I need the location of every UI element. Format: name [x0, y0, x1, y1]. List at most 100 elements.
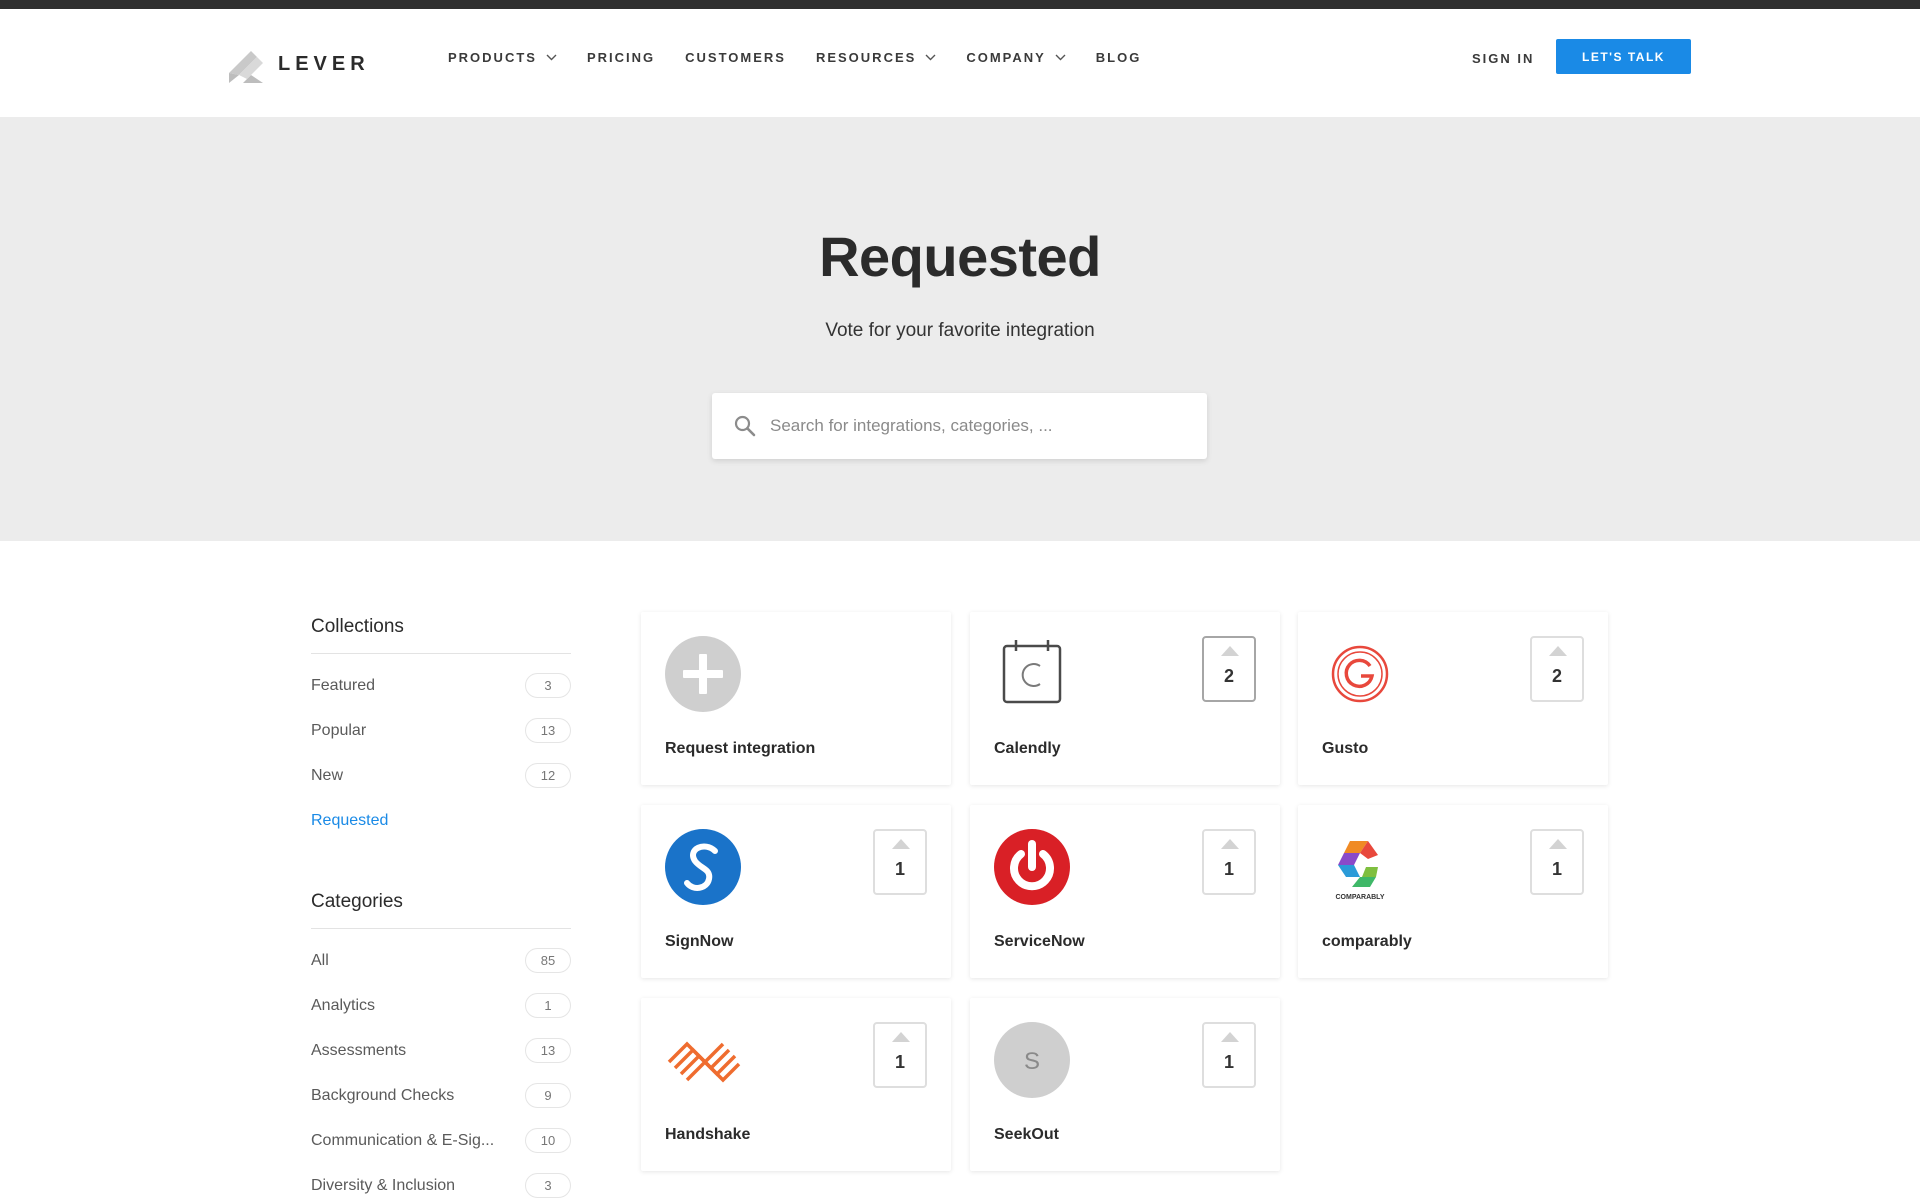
nav-products[interactable]: PRODUCTS: [448, 50, 557, 65]
search-input[interactable]: [770, 407, 1190, 445]
top-bar: [0, 0, 1920, 9]
nav-blog-label: BLOG: [1095, 50, 1142, 65]
card-name: SeekOut: [994, 1126, 1059, 1143]
vote-button[interactable]: 1: [1202, 1022, 1256, 1088]
vote-button[interactable]: 1: [873, 1022, 927, 1088]
vote-count: 1: [1223, 1052, 1234, 1072]
integration-card-seekout[interactable]: S 1 SeekOut: [970, 998, 1280, 1171]
nav-pricing-label: PRICING: [586, 50, 656, 65]
card-name: Gusto: [1322, 740, 1369, 757]
category-label: Assessments: [311, 1041, 407, 1059]
categories-heading: Categories: [311, 885, 571, 929]
vote-button[interactable]: 1: [1202, 829, 1256, 895]
integration-card-request[interactable]: Request integration: [641, 612, 951, 785]
seekout-logo: S: [994, 1022, 1070, 1098]
page-subtitle: Vote for your favorite integration: [825, 320, 1095, 341]
category-label: Background Checks: [311, 1086, 455, 1104]
servicenow-logo: [994, 829, 1070, 905]
card-name: SignNow: [665, 933, 734, 950]
count-badge: 10: [525, 1128, 571, 1153]
vote-button[interactable]: 1: [1530, 829, 1584, 895]
collection-label: Requested: [311, 811, 389, 829]
category-label: Analytics: [311, 996, 376, 1014]
plus-circle-icon: [665, 636, 741, 712]
vote-count: 1: [1551, 859, 1562, 879]
sidebar: Collections Featured 3 Popular 13 New 12…: [311, 610, 571, 1199]
category-item-diversity[interactable]: Diversity & Inclusion 3: [311, 1163, 571, 1199]
vote-count: 1: [1223, 859, 1234, 879]
vote-button[interactable]: 2: [1530, 636, 1584, 702]
upvote-arrow-icon: [1549, 839, 1567, 849]
signnow-logo: [665, 829, 741, 905]
card-name: ServiceNow: [994, 933, 1085, 950]
category-item-communication[interactable]: Communication & E-Sig... 10: [311, 1118, 571, 1163]
category-label: Communication & E-Sig...: [311, 1131, 495, 1149]
chevron-down-icon: [925, 54, 936, 61]
nav-resources[interactable]: RESOURCES: [816, 50, 936, 65]
collection-label: Featured: [311, 676, 376, 694]
vote-count: 1: [894, 1052, 905, 1072]
chevron-down-icon: [546, 54, 557, 61]
search-icon: [734, 415, 756, 437]
category-label: Diversity & Inclusion: [311, 1176, 456, 1194]
page-title: Requested: [819, 225, 1101, 288]
collection-label: New: [311, 766, 344, 784]
nav-company-label: COMPANY: [966, 50, 1046, 65]
integration-card-signnow[interactable]: 1 SignNow: [641, 805, 951, 978]
count-badge: 12: [525, 763, 571, 788]
hero-section: Requested Vote for your favorite integra…: [0, 117, 1920, 541]
integration-card-comparably[interactable]: COMPARABLY 1 comparably: [1298, 805, 1608, 978]
count-badge: 13: [525, 1038, 571, 1063]
vote-button[interactable]: 1: [873, 829, 927, 895]
sign-in-link[interactable]: SIGN IN: [1472, 51, 1534, 66]
gusto-logo: [1322, 636, 1398, 712]
site-header: LEVER PRODUCTS PRICING CUSTOMERS RESOURC…: [0, 9, 1920, 117]
nav-products-label: PRODUCTS: [448, 50, 537, 65]
main-nav: PRODUCTS PRICING CUSTOMERS RESOURCES COM…: [448, 50, 1171, 65]
lets-talk-button[interactable]: LET'S TALK: [1556, 39, 1691, 74]
nav-resources-label: RESOURCES: [815, 50, 917, 65]
collection-label: Popular: [311, 721, 367, 739]
nav-customers-label: CUSTOMERS: [685, 50, 786, 65]
category-item-analytics[interactable]: Analytics 1: [311, 983, 571, 1028]
count-badge: 1: [525, 993, 571, 1018]
collection-item-requested[interactable]: Requested: [311, 798, 571, 843]
card-name: Handshake: [665, 1126, 751, 1143]
integration-card-calendly[interactable]: 2 Calendly: [970, 612, 1280, 785]
handshake-logo: [665, 1022, 741, 1098]
collections-heading: Collections: [311, 610, 571, 654]
collection-item-featured[interactable]: Featured 3: [311, 663, 571, 708]
upvote-arrow-icon: [1221, 839, 1239, 849]
upvote-arrow-icon: [1221, 646, 1239, 656]
count-badge: 9: [525, 1083, 571, 1108]
count-badge: 85: [525, 948, 571, 973]
svg-text:COMPARABLY: COMPARABLY: [1335, 894, 1384, 901]
calendly-logo: [994, 636, 1070, 712]
count-badge: 13: [525, 718, 571, 743]
vote-count: 1: [894, 859, 905, 879]
categories-list: All 85 Analytics 1 Assessments 13 Backgr…: [311, 929, 571, 1199]
category-item-assessments[interactable]: Assessments 13: [311, 1028, 571, 1073]
upvote-arrow-icon: [1221, 1032, 1239, 1042]
lever-logo[interactable]: LEVER: [227, 45, 370, 83]
count-badge: 3: [525, 673, 571, 698]
category-item-all[interactable]: All 85: [311, 938, 571, 983]
card-name: Request integration: [665, 740, 816, 757]
lever-logo-icon: [229, 51, 263, 83]
nav-customers[interactable]: CUSTOMERS: [685, 50, 786, 65]
card-name: comparably: [1322, 933, 1412, 950]
nav-company[interactable]: COMPANY: [966, 50, 1066, 65]
integration-card-gusto[interactable]: 2 Gusto: [1298, 612, 1608, 785]
nav-pricing[interactable]: PRICING: [587, 50, 655, 65]
integration-card-servicenow[interactable]: 1 ServiceNow: [970, 805, 1280, 978]
nav-blog[interactable]: BLOG: [1096, 50, 1142, 65]
collection-item-popular[interactable]: Popular 13: [311, 708, 571, 753]
collection-item-new[interactable]: New 12: [311, 753, 571, 798]
category-item-background-checks[interactable]: Background Checks 9: [311, 1073, 571, 1118]
comparably-logo: COMPARABLY: [1322, 829, 1398, 905]
category-label: All: [311, 951, 329, 969]
search-box: [712, 393, 1207, 459]
integration-card-handshake[interactable]: 1 Handshake: [641, 998, 951, 1171]
collections-list: Featured 3 Popular 13 New 12 Requested: [311, 654, 571, 843]
vote-button[interactable]: 2: [1202, 636, 1256, 702]
